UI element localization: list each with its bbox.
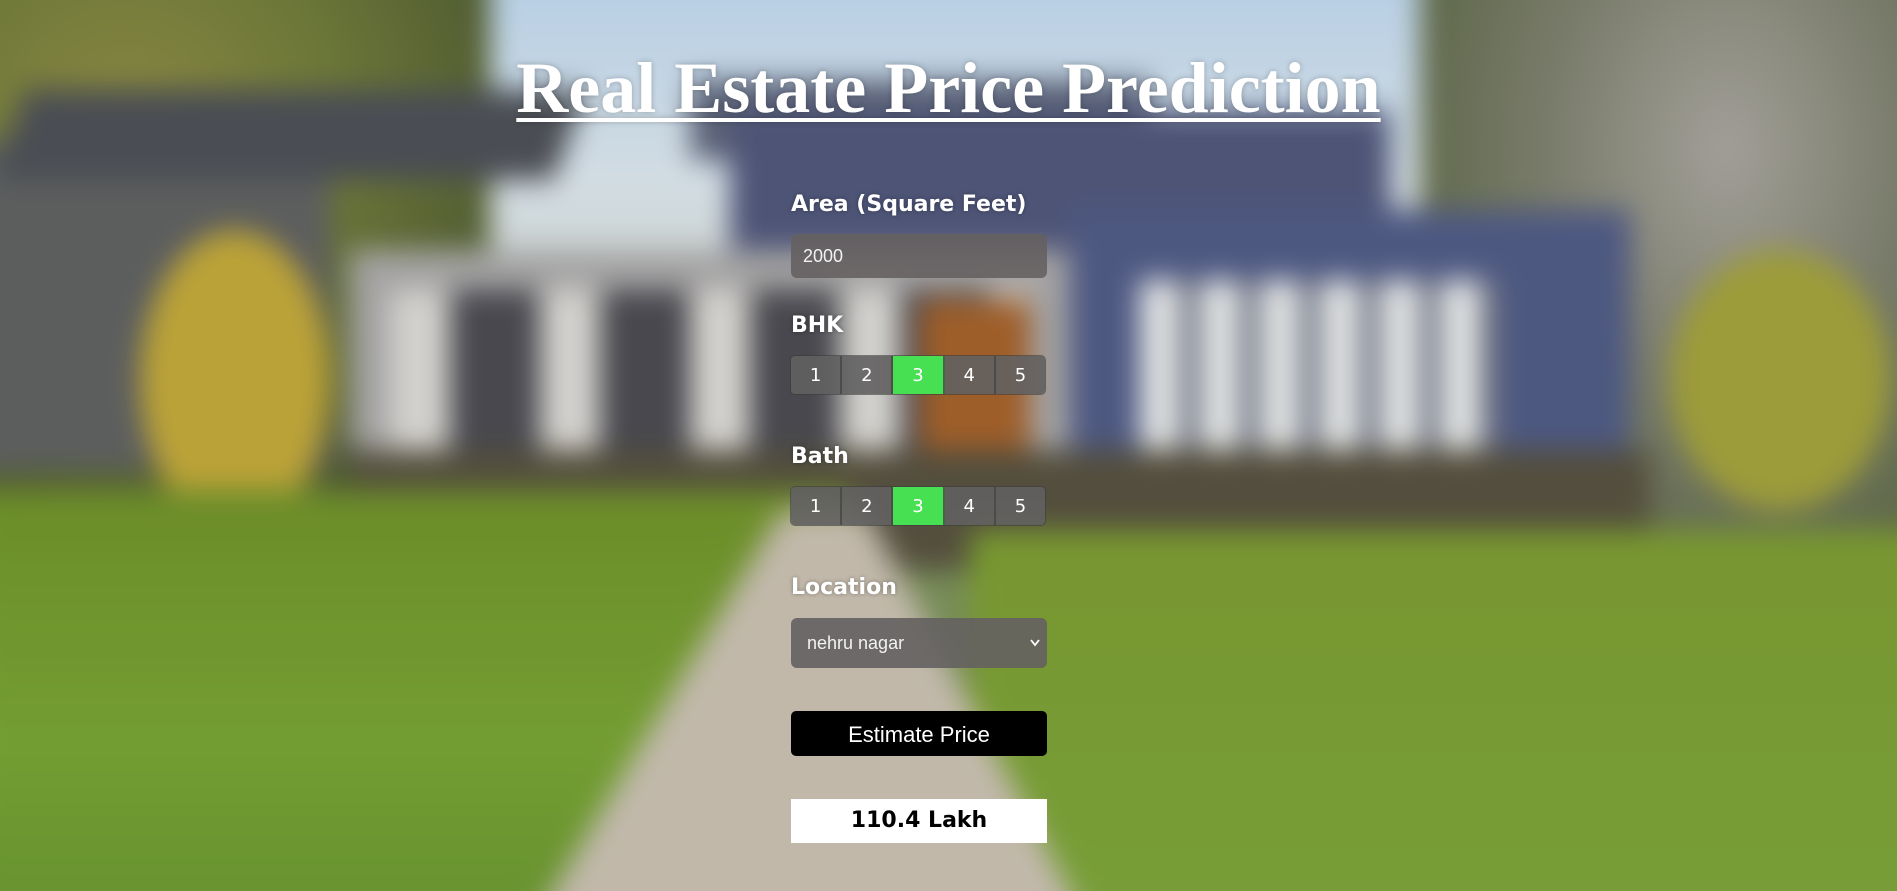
bath-option-3[interactable]: 3 xyxy=(893,487,945,525)
background-overlay xyxy=(0,0,1897,891)
location-selected-value: nehru nagar xyxy=(807,633,905,653)
bhk-label: BHK xyxy=(791,313,844,338)
bath-option-1[interactable]: 1 xyxy=(791,487,843,525)
location-select[interactable]: nehru nagar xyxy=(791,618,1047,668)
bath-option-2[interactable]: 2 xyxy=(842,487,894,525)
bath-selector: 1 2 3 4 5 xyxy=(791,487,1045,525)
bhk-option-4[interactable]: 4 xyxy=(944,356,996,394)
bhk-option-5[interactable]: 5 xyxy=(995,356,1045,394)
page-title: Real Estate Price Prediction xyxy=(516,48,1381,128)
estimate-price-button[interactable]: Estimate Price xyxy=(791,711,1047,756)
bath-option-4[interactable]: 4 xyxy=(944,487,996,525)
estimated-price-result: 110.4 Lakh xyxy=(791,799,1047,843)
bhk-option-1[interactable]: 1 xyxy=(791,356,843,394)
bhk-selector: 1 2 3 4 5 xyxy=(791,356,1045,394)
location-label: Location xyxy=(791,575,897,600)
area-label: Area (Square Feet) xyxy=(791,192,1027,217)
bhk-option-2[interactable]: 2 xyxy=(842,356,894,394)
bath-label: Bath xyxy=(791,444,849,469)
page: Real Estate Price Prediction Area (Squar… xyxy=(0,0,1897,891)
chevron-down-icon xyxy=(1029,618,1041,688)
bath-option-5[interactable]: 5 xyxy=(995,487,1045,525)
bhk-option-3[interactable]: 3 xyxy=(893,356,945,394)
area-input[interactable] xyxy=(791,234,1047,278)
